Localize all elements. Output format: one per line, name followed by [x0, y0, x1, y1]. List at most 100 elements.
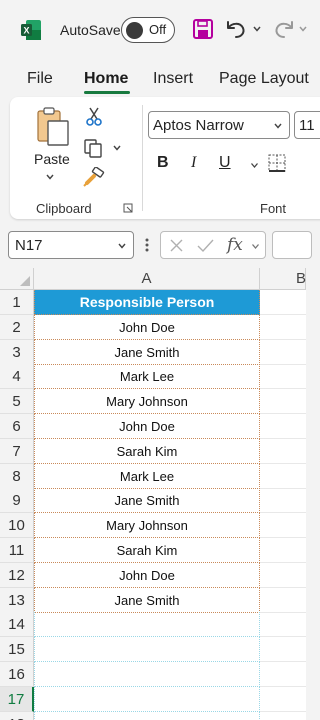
formula-bar: N17 fx: [0, 226, 312, 266]
font-size-value: 11: [299, 117, 315, 134]
table-cell[interactable]: Sarah Kim: [34, 538, 260, 563]
row-header[interactable]: 2: [0, 314, 34, 340]
table-cell[interactable]: [260, 389, 306, 415]
table-cell[interactable]: Mark Lee: [34, 364, 260, 390]
table-cell[interactable]: [260, 340, 306, 365]
chevron-down-icon[interactable]: [112, 144, 122, 152]
table-cell[interactable]: [260, 612, 306, 638]
undo-icon[interactable]: [224, 17, 248, 41]
italic-button[interactable]: I: [191, 154, 196, 172]
scissors-icon[interactable]: [85, 106, 103, 126]
row-header[interactable]: 11: [0, 538, 34, 563]
borders-icon[interactable]: [268, 154, 286, 172]
row-header[interactable]: 12: [0, 562, 34, 588]
paste-label[interactable]: Paste: [34, 151, 70, 167]
row-header[interactable]: 5: [0, 389, 34, 415]
chevron-down-icon[interactable]: [45, 173, 55, 181]
column-header-a[interactable]: A: [34, 268, 260, 290]
redo-icon[interactable]: [272, 17, 296, 41]
table-cell[interactable]: [260, 315, 306, 340]
row-header[interactable]: 4: [0, 364, 34, 390]
more-vertical-icon[interactable]: [145, 237, 149, 253]
row-header[interactable]: 13: [0, 587, 34, 613]
row-header[interactable]: 9: [0, 488, 34, 514]
row-header[interactable]: 18: [0, 711, 34, 720]
table-cell[interactable]: [260, 464, 306, 489]
row-header[interactable]: 8: [0, 463, 34, 489]
format-painter-icon[interactable]: [83, 167, 105, 187]
table-cell[interactable]: [260, 662, 306, 687]
table-cell[interactable]: [34, 637, 260, 663]
cancel-icon[interactable]: [169, 238, 184, 253]
copy-icon[interactable]: [83, 138, 103, 158]
table-cell[interactable]: Jane Smith: [34, 587, 260, 613]
underline-button[interactable]: U: [219, 154, 231, 172]
table-cell[interactable]: John Doe: [34, 414, 260, 439]
tab-insert[interactable]: Insert: [153, 70, 193, 88]
table-cell[interactable]: [34, 686, 260, 712]
tab-file[interactable]: File: [27, 70, 53, 88]
chevron-down-icon[interactable]: [250, 162, 259, 169]
tab-page-layout[interactable]: Page Layout: [219, 70, 309, 88]
spreadsheet-grid: A B 1 Responsible Person 2 John Doe 3 Jane Sm…: [0, 268, 306, 720]
table-cell[interactable]: [260, 488, 306, 514]
chevron-down-icon[interactable]: [252, 24, 262, 34]
chevron-down-icon[interactable]: [251, 243, 260, 250]
table-cell[interactable]: [260, 538, 306, 563]
column-title-cell[interactable]: Responsible Person: [34, 290, 260, 315]
font-name-select[interactable]: Aptos Narrow: [148, 111, 290, 139]
table-cell[interactable]: [34, 662, 260, 687]
name-box[interactable]: N17: [8, 231, 134, 259]
table-cell[interactable]: John Doe: [34, 314, 260, 340]
table-cell[interactable]: [260, 290, 306, 315]
autosave-state: Off: [149, 22, 167, 37]
dialog-launcher-icon[interactable]: [123, 203, 133, 213]
tab-home[interactable]: Home: [84, 70, 128, 88]
table-cell[interactable]: [260, 414, 306, 439]
checkmark-icon[interactable]: [197, 238, 214, 253]
title-bar: X AutoSave Off: [0, 0, 308, 60]
row-header[interactable]: 7: [0, 438, 34, 464]
clipboard-group-label: Clipboard: [36, 201, 92, 216]
chevron-down-icon[interactable]: [298, 24, 308, 34]
paste-icon[interactable]: [36, 106, 72, 148]
table-cell[interactable]: [260, 563, 306, 588]
save-icon[interactable]: [192, 18, 214, 40]
table-cell[interactable]: [260, 439, 306, 464]
table-cell[interactable]: Sarah Kim: [34, 438, 260, 464]
table-cell[interactable]: Mary Johnson: [34, 389, 260, 415]
table-cell[interactable]: Jane Smith: [34, 339, 260, 365]
table-cell[interactable]: [260, 588, 306, 613]
svg-text:X: X: [23, 26, 29, 36]
table-cell[interactable]: Mary Johnson: [34, 513, 260, 539]
formula-actions: fx: [160, 231, 266, 259]
row-header[interactable]: 6: [0, 414, 34, 439]
table-cell[interactable]: [260, 637, 306, 663]
table-cell[interactable]: John Doe: [34, 562, 260, 588]
bold-button[interactable]: B: [157, 154, 169, 172]
column-header-b[interactable]: B: [260, 268, 306, 290]
table-cell[interactable]: [34, 711, 260, 720]
row-header[interactable]: 1: [0, 290, 34, 315]
font-size-select[interactable]: 11: [294, 111, 320, 139]
row-header[interactable]: 17: [0, 686, 34, 712]
row-header[interactable]: 16: [0, 662, 34, 687]
row-header[interactable]: 10: [0, 513, 34, 539]
table-cell[interactable]: [260, 513, 306, 539]
ribbon: Paste Clipboard Aptos Narrow 11 B I U Fo…: [10, 97, 320, 219]
autosave-toggle[interactable]: Off: [121, 17, 175, 43]
table-cell[interactable]: [34, 612, 260, 638]
row-header[interactable]: 3: [0, 339, 34, 365]
table-cell[interactable]: [260, 687, 306, 712]
select-all-corner[interactable]: [0, 268, 34, 290]
table-cell[interactable]: Mark Lee: [34, 463, 260, 489]
chevron-down-icon: [274, 123, 282, 129]
table-cell[interactable]: [260, 364, 306, 390]
table-cell[interactable]: [260, 712, 306, 720]
select-all-triangle: [20, 276, 30, 286]
formula-input[interactable]: [272, 231, 312, 259]
table-cell[interactable]: Jane Smith: [34, 488, 260, 514]
row-header[interactable]: 14: [0, 612, 34, 638]
row-header[interactable]: 15: [0, 637, 34, 663]
insert-function-button[interactable]: fx: [227, 235, 243, 255]
